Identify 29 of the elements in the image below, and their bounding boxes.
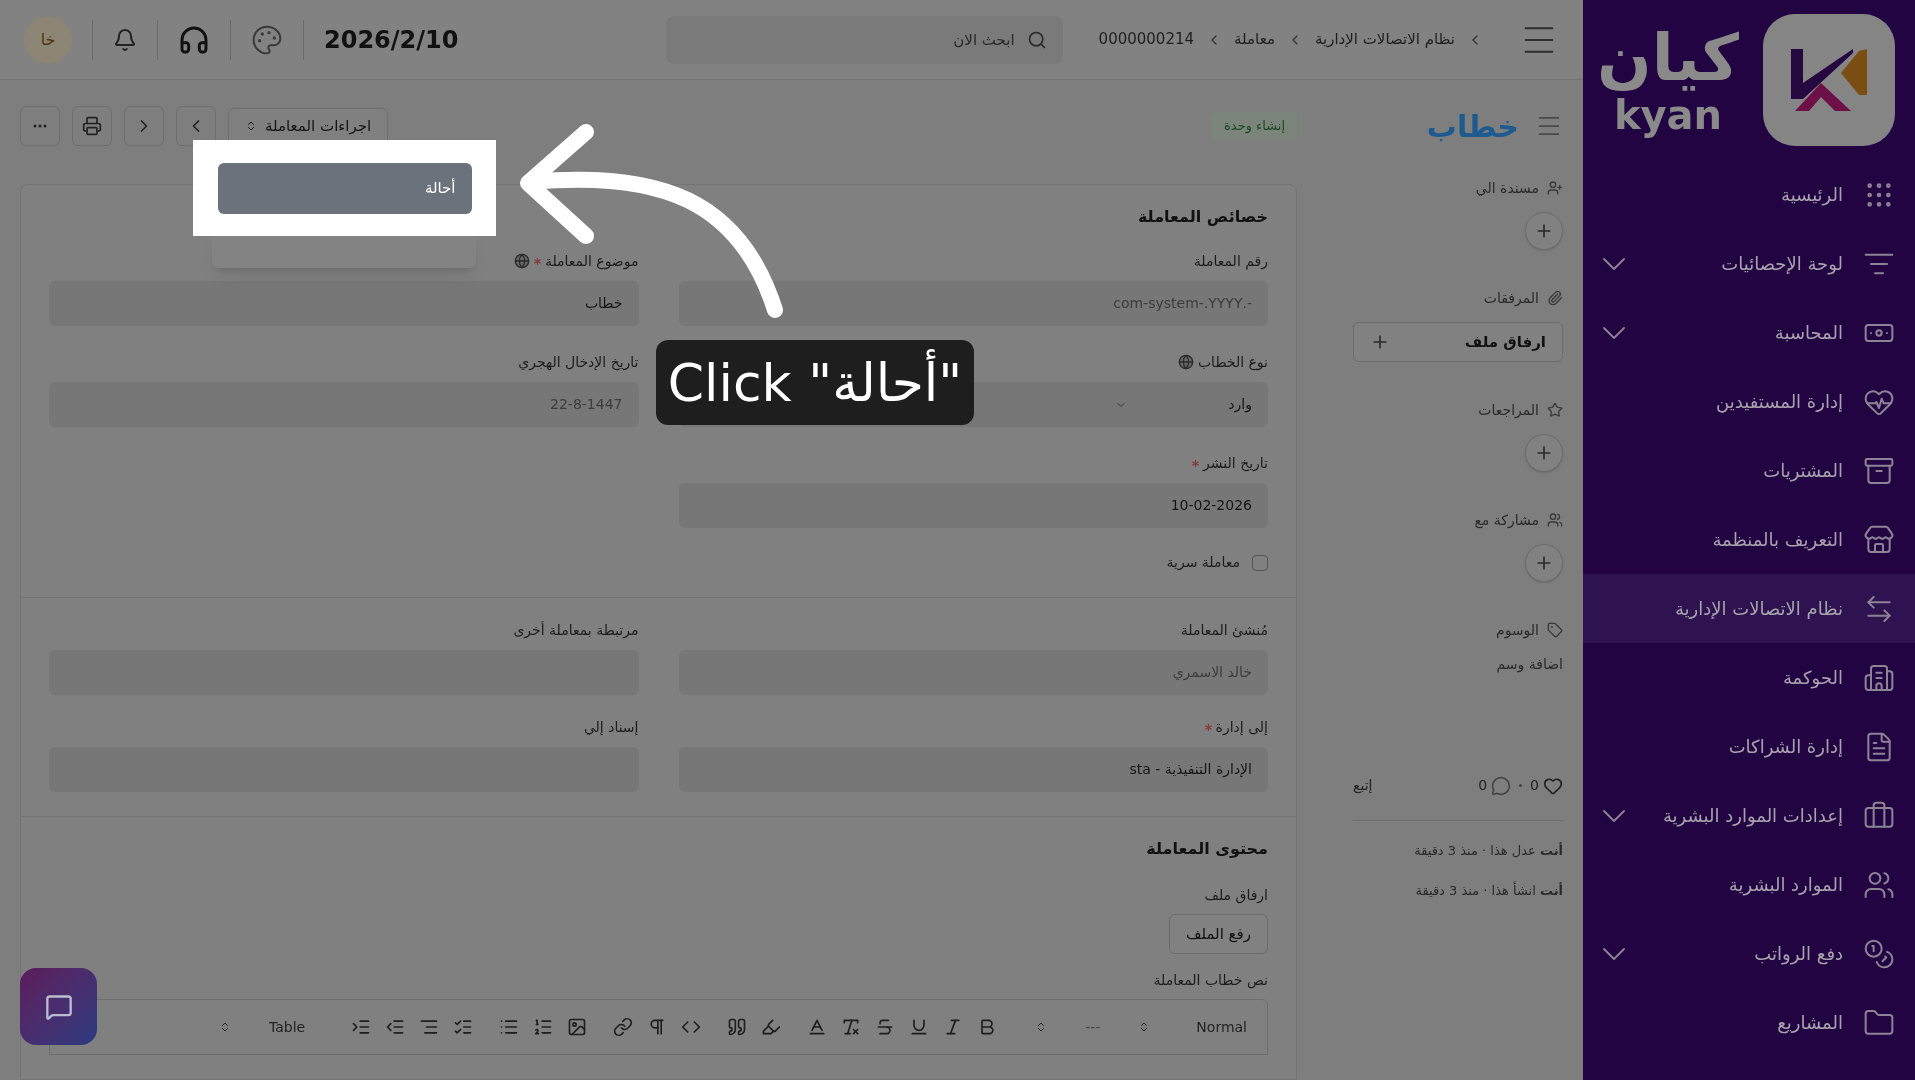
field-label: نوع الخطاب bbox=[1197, 352, 1268, 373]
checkbox-label: معاملة سرية bbox=[1166, 553, 1240, 572]
field-label: تاريخ النشر bbox=[1203, 453, 1268, 474]
section-title: خصائص المعاملة bbox=[1137, 207, 1268, 226]
activity-entry: أنت انشأ هذا · منذ 3 دقيقة bbox=[1414, 880, 1563, 900]
logo-text: كيان bbox=[1597, 23, 1739, 93]
panel-heading: مسندة الي bbox=[1475, 178, 1539, 198]
panel-heading: المرفقات bbox=[1483, 288, 1539, 308]
field-label: إلى إدارة bbox=[1215, 717, 1268, 737]
panel-heading: المراجعات bbox=[1478, 400, 1539, 420]
panel-heading: الوسوم bbox=[1495, 620, 1539, 641]
document-title: خطاب bbox=[1426, 107, 1519, 146]
field-label: موضوع المعاملة bbox=[544, 251, 639, 272]
logo-text: kyan bbox=[1613, 93, 1723, 137]
field-label: رقم المعاملة bbox=[1193, 251, 1268, 272]
comments-count: 0 bbox=[1478, 776, 1488, 795]
tooltip: Click "أحالة" bbox=[656, 340, 974, 425]
field-label: إسناد إلي bbox=[583, 717, 639, 737]
activity-entry: أنت عدل هذا · منذ 3 دقيقة bbox=[1413, 841, 1563, 860]
date-text: 2026/2/10 bbox=[324, 24, 459, 56]
field-label: مرتبطة بمعاملة أخرى bbox=[513, 620, 639, 641]
panel-heading: مشاركة مع bbox=[1474, 510, 1539, 531]
field-label: مُنشئ المعاملة bbox=[1180, 620, 1268, 640]
field-label: ارفاق ملف bbox=[1203, 886, 1268, 906]
likes-count: 0 bbox=[1530, 776, 1539, 795]
status-badge: إنشاء وحدة bbox=[1212, 112, 1297, 140]
field-label: تاريخ الإدخال الهجري bbox=[518, 352, 639, 373]
field-label: نص خطاب المعاملة bbox=[1152, 971, 1268, 991]
section-title: محتوى المعاملة bbox=[1145, 838, 1268, 860]
